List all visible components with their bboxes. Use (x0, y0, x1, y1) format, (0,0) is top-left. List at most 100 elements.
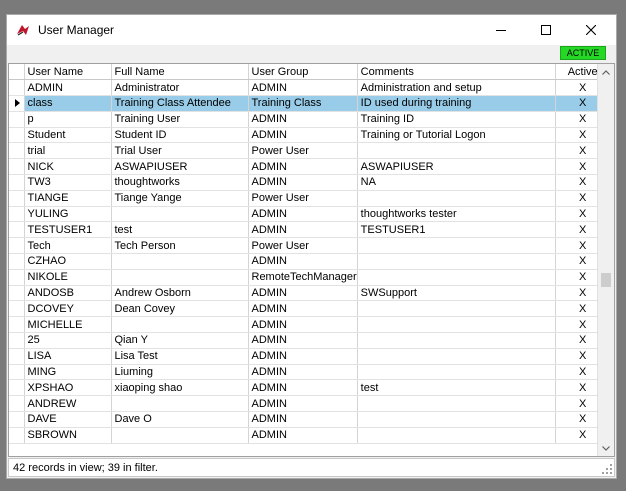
row-indicator[interactable] (9, 427, 25, 444)
cell-user-group[interactable]: ADMIN (248, 111, 358, 128)
table-row[interactable]: p Training User ADMIN Training ID X (9, 111, 611, 128)
cell-comments[interactable] (357, 237, 556, 255)
row-indicator[interactable] (9, 190, 25, 207)
cell-comments[interactable]: test (357, 379, 556, 397)
cell-user-group[interactable]: ADMIN (248, 253, 358, 270)
row-indicator[interactable] (9, 221, 25, 239)
cell-user-group[interactable]: ADMIN (248, 411, 358, 428)
user-grid[interactable]: User Name Full Name User Group Comments … (8, 63, 615, 457)
table-row[interactable]: DAVE Dave O ADMIN X (9, 411, 611, 428)
row-indicator[interactable] (9, 285, 25, 302)
cell-full-name[interactable]: thoughtworks (111, 174, 249, 191)
cell-user-name[interactable]: trial (24, 142, 112, 160)
cell-comments[interactable] (357, 411, 556, 428)
cell-user-group[interactable]: Training Class (248, 95, 358, 112)
maximize-button[interactable] (523, 15, 568, 45)
cell-full-name[interactable]: Training User (111, 111, 249, 128)
table-row[interactable]: CZHAO ADMIN X (9, 253, 611, 270)
cell-user-group[interactable]: ADMIN (248, 285, 358, 302)
cell-user-name[interactable]: ADMIN (24, 79, 112, 97)
cell-user-group[interactable]: Power User (248, 190, 358, 207)
table-row[interactable]: trial Trial User Power User X (9, 142, 611, 160)
cell-user-name[interactable]: TW3 (24, 174, 112, 191)
cell-user-group[interactable]: ADMIN (248, 206, 358, 223)
cell-full-name[interactable]: Student ID (111, 127, 249, 144)
cell-full-name[interactable]: Tech Person (111, 237, 249, 255)
cell-user-name[interactable]: XPSHAO (24, 379, 112, 397)
resize-grip-icon[interactable] (602, 464, 612, 474)
cell-user-name[interactable]: 25 (24, 332, 112, 349)
cell-user-name[interactable]: TIANGE (24, 190, 112, 207)
close-button[interactable] (568, 15, 613, 45)
row-indicator[interactable] (9, 379, 25, 397)
cell-user-group[interactable]: ADMIN (248, 379, 358, 397)
cell-comments[interactable]: thoughtworks tester (357, 206, 556, 223)
cell-comments[interactable] (357, 427, 556, 444)
table-row[interactable]: NIKOLE RemoteTechManager X (9, 269, 611, 286)
table-row[interactable]: Tech Tech Person Power User X (9, 237, 611, 255)
row-indicator[interactable] (9, 95, 25, 112)
row-indicator[interactable] (9, 237, 25, 255)
cell-comments[interactable]: SWSupport (357, 285, 556, 302)
cell-user-group[interactable]: ADMIN (248, 332, 358, 349)
column-header-user-name[interactable]: User Name (24, 64, 112, 81)
table-row[interactable]: MICHELLE ADMIN X (9, 316, 611, 334)
table-row[interactable]: TW3 thoughtworks ADMIN NA X (9, 174, 611, 191)
table-row[interactable]: MING Liuming ADMIN X (9, 364, 611, 381)
table-row[interactable]: ANDREW ADMIN X (9, 395, 611, 413)
table-row[interactable]: XPSHAO xiaoping shao ADMIN test X (9, 379, 611, 397)
row-indicator[interactable] (9, 111, 25, 128)
row-indicator[interactable] (9, 158, 25, 176)
cell-full-name[interactable]: xiaoping shao (111, 379, 249, 397)
cell-full-name[interactable]: Liuming (111, 364, 249, 381)
cell-user-group[interactable]: Power User (248, 142, 358, 160)
cell-full-name[interactable]: Qian Y (111, 332, 249, 349)
cell-comments[interactable]: NA (357, 174, 556, 191)
cell-full-name[interactable]: test (111, 221, 249, 239)
cell-user-name[interactable]: ANDOSB (24, 285, 112, 302)
cell-comments[interactable] (357, 348, 556, 365)
table-row[interactable]: ADMIN Administrator ADMIN Administration an… (9, 79, 611, 97)
cell-user-name[interactable]: p (24, 111, 112, 128)
table-row[interactable]: ANDOSB Andrew Osborn ADMIN SWSupport X (9, 285, 611, 302)
cell-full-name[interactable]: Tiange Yange (111, 190, 249, 207)
cell-comments[interactable] (357, 300, 556, 318)
cell-user-group[interactable]: ADMIN (248, 395, 358, 413)
table-row[interactable]: LISA Lisa Test ADMIN X (9, 348, 611, 365)
row-indicator[interactable] (9, 206, 25, 223)
cell-user-group[interactable]: ADMIN (248, 127, 358, 144)
row-indicator[interactable] (9, 127, 25, 144)
cell-user-group[interactable]: ADMIN (248, 348, 358, 365)
table-row[interactable]: SBROWN ADMIN X (9, 427, 611, 444)
column-header-comments[interactable]: Comments (357, 64, 556, 81)
cell-comments[interactable]: Training or Tutorial Logon (357, 127, 556, 144)
table-row[interactable]: TESTUSER1 test ADMIN TESTUSER1 X (9, 221, 611, 239)
row-indicator[interactable] (9, 142, 25, 160)
cell-user-name[interactable]: TESTUSER1 (24, 221, 112, 239)
cell-user-name[interactable]: NICK (24, 158, 112, 176)
row-indicator[interactable] (9, 300, 25, 318)
cell-full-name[interactable] (111, 269, 249, 286)
scroll-up-button[interactable] (598, 64, 614, 80)
cell-user-group[interactable]: ADMIN (248, 79, 358, 97)
cell-user-group[interactable]: ADMIN (248, 364, 358, 381)
row-indicator[interactable] (9, 253, 25, 270)
row-indicator[interactable] (9, 364, 25, 381)
cell-full-name[interactable]: Lisa Test (111, 348, 249, 365)
cell-user-name[interactable]: YULING (24, 206, 112, 223)
cell-user-group[interactable]: ADMIN (248, 427, 358, 444)
cell-user-group[interactable]: ADMIN (248, 300, 358, 318)
cell-full-name[interactable] (111, 253, 249, 270)
cell-comments[interactable] (357, 332, 556, 349)
cell-comments[interactable] (357, 190, 556, 207)
cell-comments[interactable]: TESTUSER1 (357, 221, 556, 239)
cell-user-name[interactable]: class (24, 95, 112, 112)
cell-full-name[interactable]: Training Class Attendee (111, 95, 249, 112)
scroll-thumb[interactable] (601, 273, 611, 287)
cell-user-group[interactable]: Power User (248, 237, 358, 255)
cell-user-group[interactable]: RemoteTechManager (248, 269, 358, 286)
cell-full-name[interactable]: Administrator (111, 79, 249, 97)
cell-user-group[interactable]: ADMIN (248, 316, 358, 334)
cell-user-name[interactable]: CZHAO (24, 253, 112, 270)
scroll-down-button[interactable] (598, 440, 614, 456)
